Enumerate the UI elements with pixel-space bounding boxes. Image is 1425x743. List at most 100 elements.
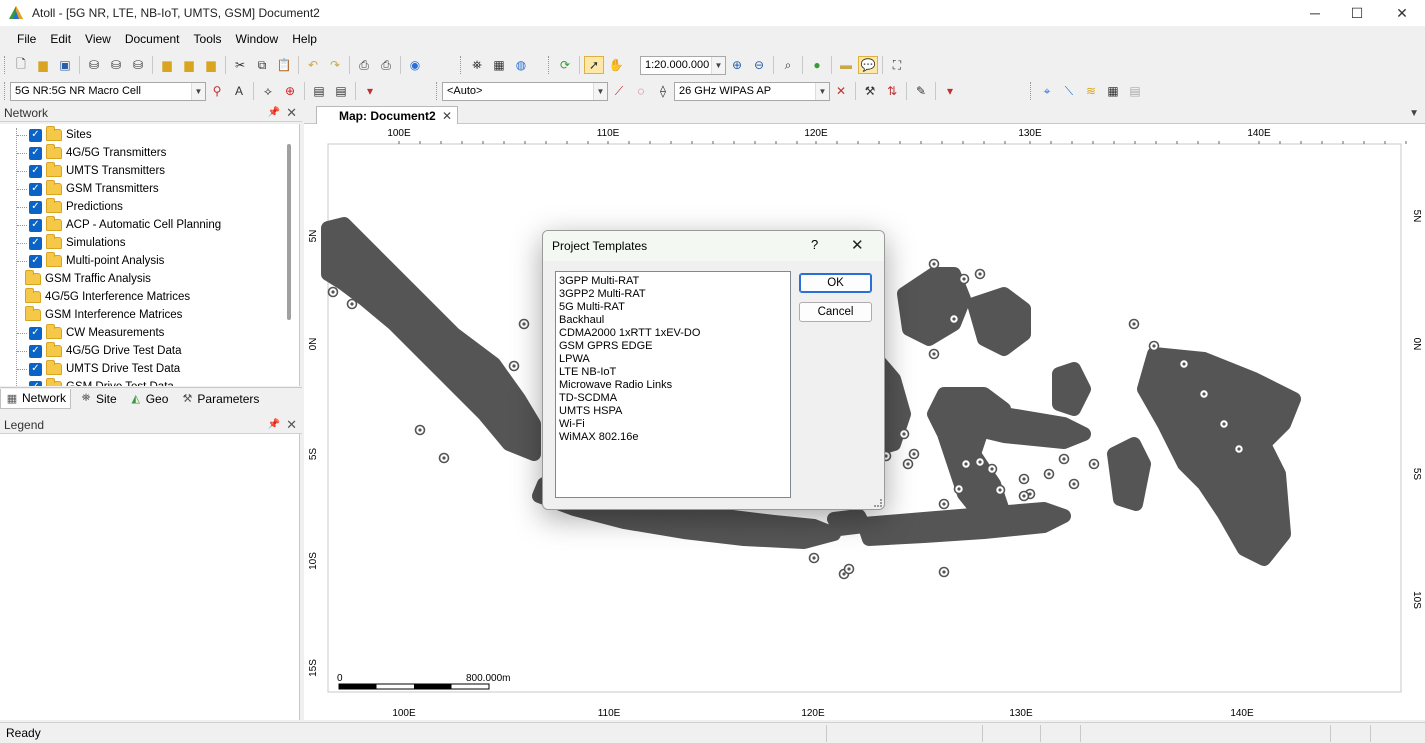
tab-map-document2[interactable]: Map: Document2 ✕ <box>316 106 458 124</box>
checkbox-checked-icon[interactable]: ✓ <box>29 128 42 142</box>
redo-icon[interactable]: ↷ <box>325 56 345 74</box>
filter-sites-icon[interactable]: ▾ <box>940 82 960 100</box>
tab-network[interactable]: ▦ Network <box>0 388 72 409</box>
site-display-icon[interactable]: ⛯ <box>467 56 487 74</box>
template-item[interactable]: 5G Multi-RAT <box>559 301 787 314</box>
menu-view[interactable]: View <box>78 32 118 46</box>
tree-item[interactable]: ✓ ACP - Automatic Cell Planning <box>17 216 221 234</box>
tree-item[interactable]: ✓ CW Measurements <box>17 324 164 342</box>
network-link-icon[interactable]: ⟡ <box>258 82 278 100</box>
site-cluster[interactable] <box>827 509 871 536</box>
template-item[interactable]: 3GPP Multi-RAT <box>559 275 787 288</box>
resize-grip-icon[interactable] <box>874 499 882 507</box>
legend-pin-icon[interactable]: 📌 <box>268 419 280 430</box>
tab-list-dropdown-icon[interactable]: ▼ <box>1409 108 1419 119</box>
paste-icon[interactable]: 📋 <box>274 56 294 74</box>
export-icon[interactable]: ▆ <box>179 56 199 74</box>
zoom-scale-combo[interactable]: 1:20.000.000 ▼ <box>640 55 726 75</box>
microwave-link-icon[interactable]: ⟠ <box>653 82 673 100</box>
site-cluster[interactable] <box>1052 362 1091 416</box>
network-panel-close-icon[interactable]: ✕ <box>286 105 297 121</box>
copy-icon[interactable]: ⧉ <box>252 56 272 74</box>
properties-icon[interactable]: ▤ <box>1125 82 1145 100</box>
template-item[interactable]: TD-SCDMA <box>559 392 787 405</box>
refresh-icon[interactable]: ⟳ <box>555 56 575 74</box>
template-item[interactable]: CDMA2000 1xRTT 1xEV-DO <box>559 327 787 340</box>
cut-icon[interactable]: ✂ <box>230 56 250 74</box>
checkbox-checked-icon[interactable]: ✓ <box>29 164 42 178</box>
user-location-icon[interactable]: ● <box>807 56 827 74</box>
technology-combo[interactable]: 5G NR:5G NR Macro Cell ▼ <box>10 81 206 101</box>
calculate-icon[interactable]: ▦ <box>489 56 509 74</box>
database-connect-icon[interactable]: ⛁ <box>84 56 104 74</box>
tools-icon[interactable]: ⚒ <box>860 82 880 100</box>
tree-item[interactable]: ✓ Sites <box>17 126 92 144</box>
toolbar-grip[interactable] <box>4 56 7 74</box>
template-item[interactable]: LTE NB-IoT <box>559 366 787 379</box>
template-item[interactable]: LPWA <box>559 353 787 366</box>
template-item[interactable]: 3GPP2 Multi-RAT <box>559 288 787 301</box>
template-item[interactable]: Backhaul <box>559 314 787 327</box>
tree-item[interactable]: ✓ GSM Transmitters <box>17 180 159 198</box>
checkbox-checked-icon[interactable]: ✓ <box>29 362 42 376</box>
link-config-icon[interactable]: ⟋ <box>609 82 629 100</box>
save-icon[interactable]: ▣ <box>55 56 75 74</box>
cancel-button[interactable]: Cancel <box>799 302 872 322</box>
report-icon[interactable]: ▤ <box>331 82 351 100</box>
checkbox-checked-icon[interactable]: ✓ <box>29 380 42 386</box>
print-preview-icon[interactable]: ⎙ <box>376 56 396 74</box>
antenna-icon[interactable]: ⚲ <box>207 82 227 100</box>
tree-item[interactable]: ✓ 4G/5G Transmitters <box>17 144 166 162</box>
tree-item[interactable]: ✓ Predictions <box>17 198 123 216</box>
globe-icon[interactable]: ◍ <box>511 56 531 74</box>
dialog-close-icon[interactable]: ✕ <box>851 236 864 254</box>
site-cluster[interactable] <box>967 287 1031 356</box>
tree-item[interactable]: ✓ Simulations <box>17 234 125 252</box>
checkbox-checked-icon[interactable]: ✓ <box>29 344 42 358</box>
adjust-icon[interactable]: ⇅ <box>882 82 902 100</box>
minimize-button[interactable]: ─ <box>1292 0 1338 26</box>
template-item[interactable]: UMTS HSPA <box>559 405 787 418</box>
target-icon[interactable]: ⊕ <box>280 82 300 100</box>
geo-import-icon[interactable]: ▆ <box>201 56 221 74</box>
tooltip-icon[interactable]: 💬 <box>858 56 878 74</box>
menu-file[interactable]: File <box>10 32 43 46</box>
signal-icon[interactable]: ◌ <box>631 82 651 100</box>
checkbox-checked-icon[interactable]: ✓ <box>29 218 42 232</box>
menu-edit[interactable]: Edit <box>43 32 78 46</box>
crosshair-icon[interactable]: ⌖ <box>1037 82 1057 100</box>
menu-help[interactable]: Help <box>285 32 324 46</box>
find-binoculars-icon[interactable]: ⛶ <box>887 56 907 74</box>
frequency-combo[interactable]: 26 GHz WIPAS AP ▼ <box>674 81 830 101</box>
new-document-icon[interactable]: 🗋 <box>11 56 31 74</box>
filter-icon[interactable]: ▾ <box>360 82 380 100</box>
checkbox-checked-icon[interactable]: ✓ <box>29 182 42 196</box>
template-item[interactable]: Microwave Radio Links <box>559 379 787 392</box>
import-icon[interactable]: ▆ <box>157 56 177 74</box>
open-folder-icon[interactable]: ▆ <box>33 56 53 74</box>
zoom-in-icon[interactable]: ⊕ <box>727 56 747 74</box>
measure-icon[interactable]: ⟍ <box>1059 82 1079 100</box>
tree-item[interactable]: GSM Traffic Analysis <box>25 270 151 288</box>
text-style-icon[interactable]: A <box>229 82 249 100</box>
legend-panel-close-icon[interactable]: ✕ <box>286 417 297 433</box>
undo-icon[interactable]: ↶ <box>303 56 323 74</box>
close-window-button[interactable]: ✕ <box>1379 0 1425 26</box>
checkbox-checked-icon[interactable]: ✓ <box>29 254 42 268</box>
database-archive-icon[interactable]: ⛁ <box>128 56 148 74</box>
edit-link-icon[interactable]: ✕ <box>831 82 851 100</box>
pan-hand-icon[interactable]: ✋ <box>606 56 626 74</box>
zoom-window-icon[interactable]: ⌕ <box>778 56 798 74</box>
menu-tools[interactable]: Tools <box>187 32 229 46</box>
tree-item[interactable]: 4G/5G Interference Matrices <box>25 288 190 306</box>
menu-document[interactable]: Document <box>118 32 187 46</box>
print-icon[interactable]: ⎙ <box>354 56 374 74</box>
tree-item[interactable]: ✓ UMTS Transmitters <box>17 162 165 180</box>
template-item[interactable]: WiMAX 802.16e <box>559 431 787 444</box>
select-pointer-icon[interactable]: ➚ <box>584 56 604 74</box>
ruler-icon[interactable]: ▬ <box>836 56 856 74</box>
menu-window[interactable]: Window <box>229 32 286 46</box>
help-icon[interactable]: ? <box>811 237 818 252</box>
tree-item[interactable]: ✓ GSM Drive Test Data <box>17 378 174 386</box>
pin-icon[interactable]: 📌 <box>268 107 280 118</box>
